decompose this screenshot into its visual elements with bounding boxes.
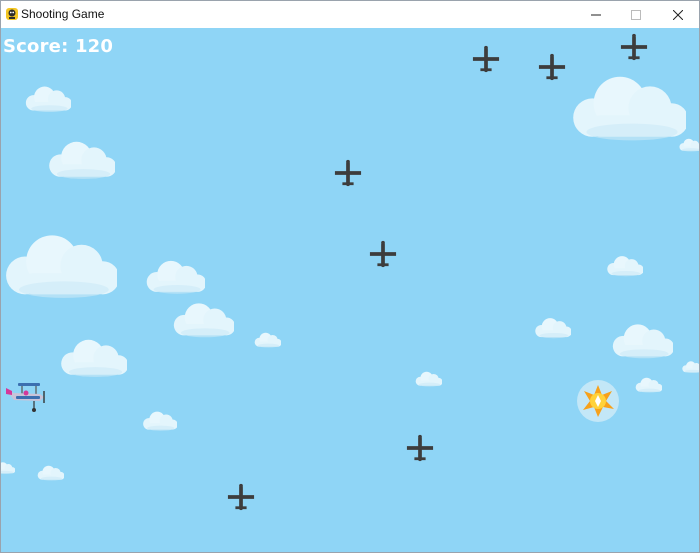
python-app-icon bbox=[6, 8, 18, 20]
maximize-button[interactable] bbox=[616, 1, 656, 28]
game-window: Shooting Game Score: 120 bbox=[0, 0, 700, 553]
cloud bbox=[679, 138, 699, 152]
cloud bbox=[173, 303, 234, 338]
cloud bbox=[607, 256, 643, 277]
title-bar[interactable]: Shooting Game bbox=[1, 1, 699, 28]
close-button[interactable] bbox=[658, 1, 698, 28]
cloud bbox=[143, 411, 177, 431]
cloud bbox=[682, 361, 699, 373]
enemy-plane[interactable] bbox=[620, 32, 648, 62]
cloud bbox=[415, 371, 442, 387]
enemy-plane[interactable] bbox=[334, 158, 362, 188]
enemy-plane[interactable] bbox=[538, 52, 566, 82]
cloud bbox=[37, 465, 64, 481]
minimize-button[interactable] bbox=[576, 1, 616, 28]
player-biplane[interactable] bbox=[4, 379, 46, 415]
cloud bbox=[635, 377, 662, 393]
enemy-plane[interactable] bbox=[406, 433, 434, 463]
cloud bbox=[6, 235, 117, 298]
enemy-plane[interactable] bbox=[227, 482, 255, 512]
minimize-icon bbox=[591, 14, 601, 15]
enemy-plane[interactable] bbox=[369, 239, 397, 269]
game-canvas[interactable]: Score: 120 bbox=[1, 28, 699, 552]
cloud bbox=[49, 141, 115, 179]
cloud bbox=[573, 76, 686, 141]
cloud bbox=[612, 324, 673, 359]
enemy-plane[interactable] bbox=[472, 44, 500, 74]
maximize-icon bbox=[631, 9, 641, 20]
window-title: Shooting Game bbox=[21, 7, 105, 21]
cloud bbox=[254, 332, 281, 348]
cloud bbox=[61, 339, 127, 377]
explosion-icon bbox=[577, 380, 619, 422]
cloud bbox=[1, 462, 15, 474]
score-label: Score: 120 bbox=[3, 36, 114, 57]
cloud bbox=[25, 86, 71, 112]
cloud bbox=[535, 318, 571, 339]
cloud bbox=[146, 260, 205, 294]
close-icon bbox=[673, 9, 683, 20]
